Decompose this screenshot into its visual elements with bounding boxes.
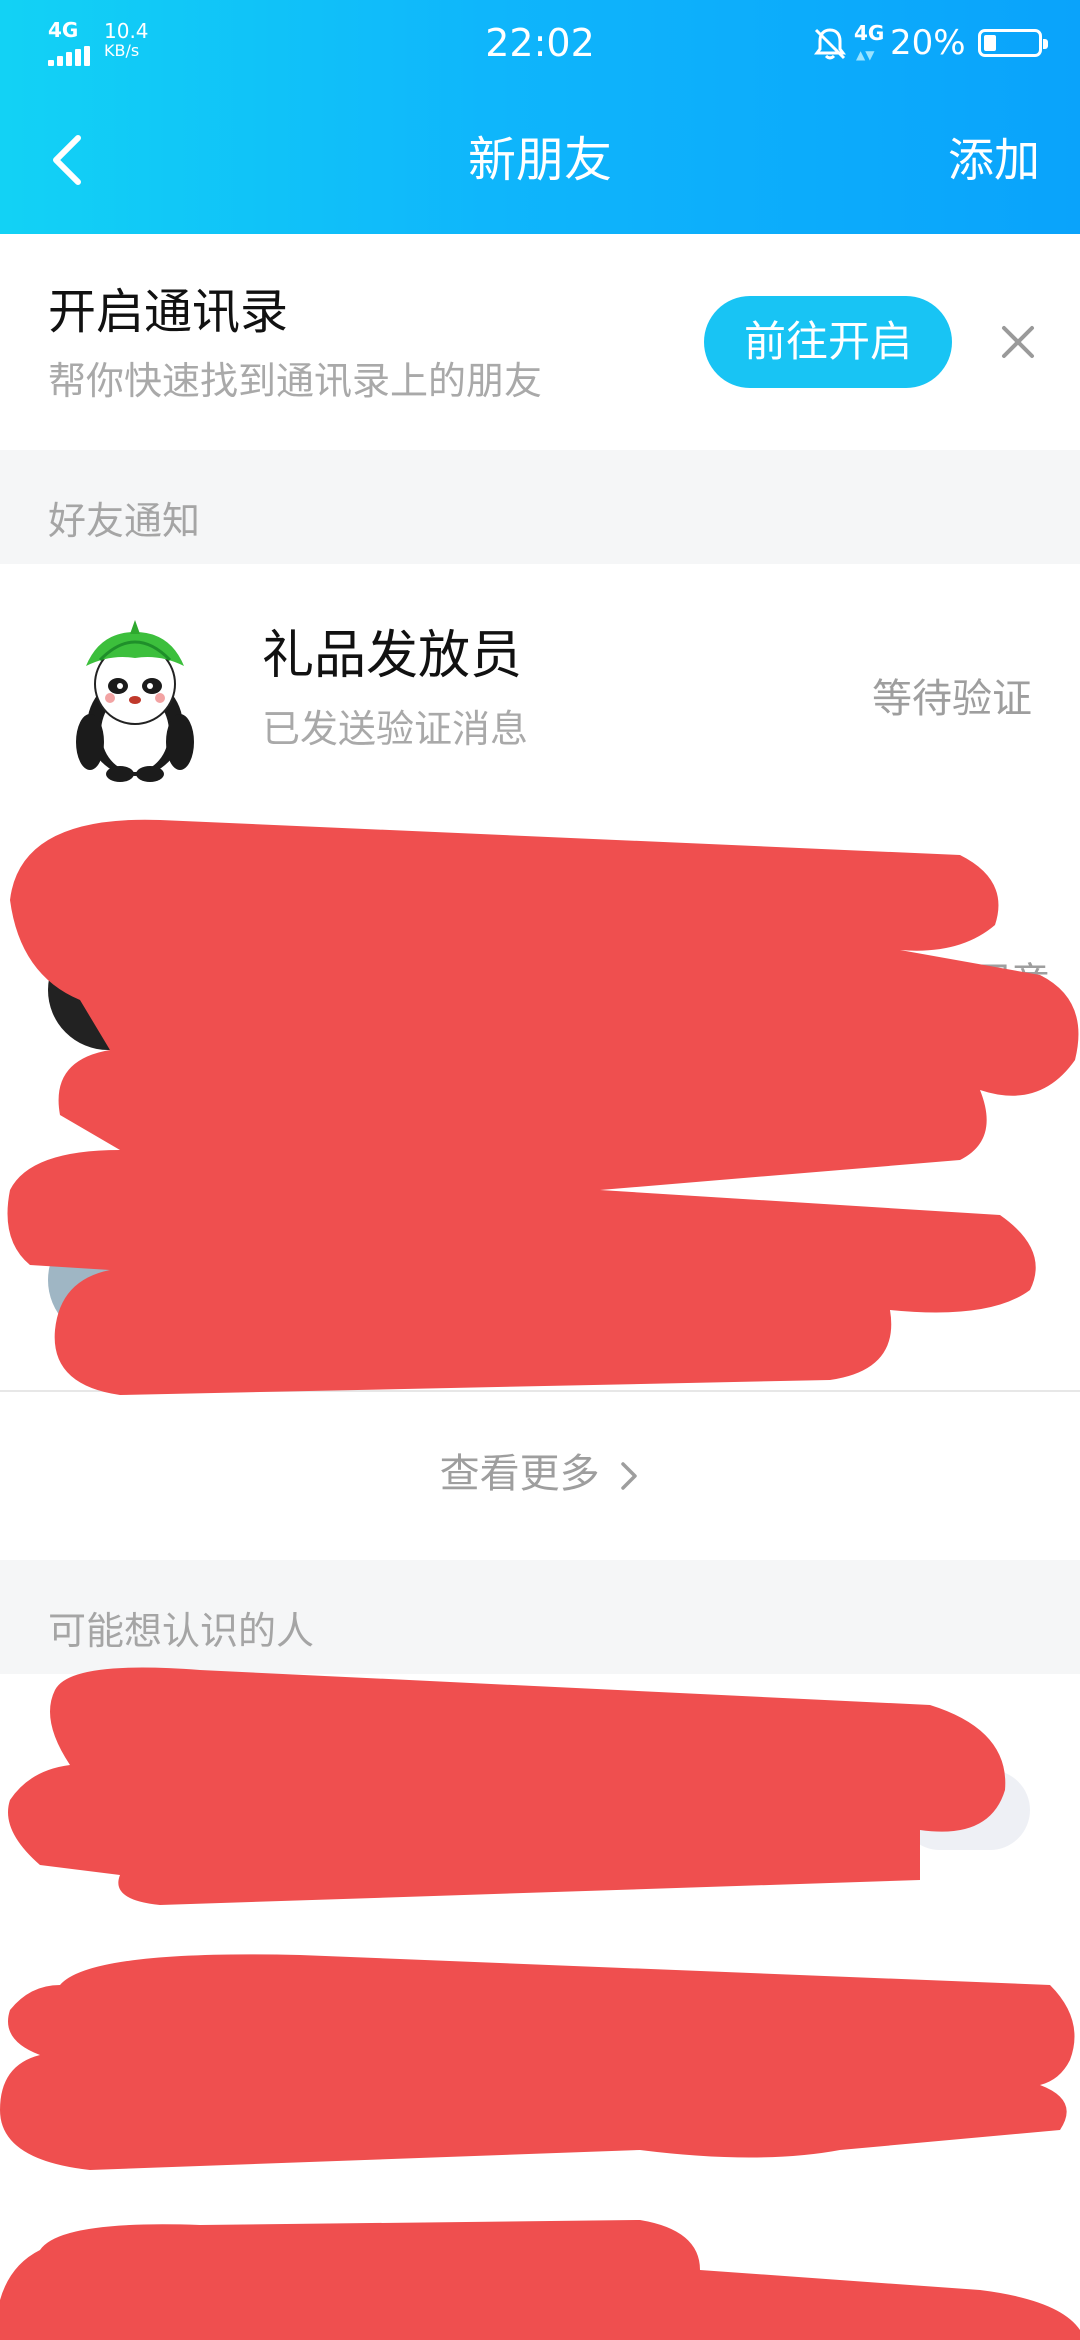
battery-icon: [978, 29, 1048, 57]
request-name: 礼品发放员: [262, 626, 523, 686]
bell-off-icon: [814, 28, 846, 60]
contacts-banner: 开启通讯录 帮你快速找到通讯录上的朋友 前往开启: [0, 234, 1080, 450]
close-icon[interactable]: [990, 314, 1046, 370]
section-label-people-you-may-know: 可能想认识的人: [48, 1609, 315, 1653]
suggestions-list: [0, 1674, 1080, 2340]
network-type-label: 4G: [854, 21, 885, 45]
section-label-friend-notifications: 好友通知: [48, 499, 201, 543]
status-bar: 4G 10.4 KB/s 22:02 4G ▲▼ 20%: [0, 0, 1080, 90]
banner-title: 开启通讯录: [48, 284, 289, 340]
status-icons: 4G ▲▼ 20%: [810, 18, 1050, 68]
panda-avatar: [76, 620, 194, 782]
friend-request-row[interactable]: 礼品发放员 已发送验证消息 等待验证: [0, 564, 1080, 804]
page-title: 新朋友: [467, 132, 612, 188]
navbar: 新朋友 添加: [0, 100, 1080, 220]
avatar: [48, 1220, 168, 1340]
partial-accept-label: 同意: [970, 960, 1050, 1006]
add-button[interactable]: 添加: [948, 130, 1040, 190]
see-more-label: 查看更多: [439, 1451, 600, 1497]
battery-percent: 20%: [890, 23, 966, 63]
friend-notifications-header: 好友通知: [0, 450, 1080, 564]
chevron-right-icon: [621, 1462, 638, 1490]
enable-contacts-button[interactable]: 前往开启: [704, 296, 952, 388]
banner-subtitle: 帮你快速找到通讯录上的朋友: [48, 359, 543, 403]
data-arrows-icon: ▲▼: [856, 48, 875, 62]
see-more-button[interactable]: 查看更多: [0, 1392, 1080, 1560]
people-you-may-know-header: 可能想认识的人: [0, 1560, 1080, 1674]
request-status: 等待验证: [872, 676, 1032, 722]
request-subtitle: 已发送验证消息: [262, 707, 529, 751]
see-more-row: 查看更多: [0, 1447, 1080, 1501]
avatar: [48, 930, 168, 1050]
header: 4G 10.4 KB/s 22:02 4G ▲▼ 20% 新朋友 添加: [0, 0, 1080, 234]
add-suggestion-button[interactable]: [900, 1770, 1030, 1850]
